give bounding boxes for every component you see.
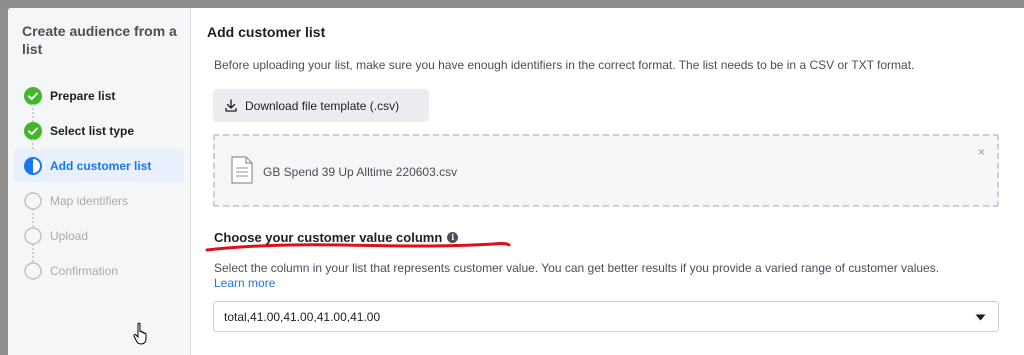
step-label: Confirmation [50, 263, 119, 278]
hand-cursor-icon [133, 322, 147, 345]
caret-down-icon [975, 314, 986, 321]
customer-value-description: Select the column in your list that repr… [214, 261, 940, 275]
download-icon [225, 99, 237, 112]
customer-value-heading-text: Choose your customer value column [214, 230, 443, 245]
check-circle-icon [24, 86, 42, 105]
sidebar-title: Create audience from a list [22, 23, 177, 57]
step-label: Prepare list [50, 88, 116, 103]
empty-circle-icon [24, 191, 42, 210]
step-add-customer-list[interactable]: Add customer list [14, 149, 184, 182]
step-label: Upload [50, 228, 89, 243]
empty-circle-icon [24, 261, 42, 280]
create-audience-dialog: Create audience from a list Prepare list… [8, 8, 1024, 355]
step-select-list-type[interactable]: Select list type [14, 113, 184, 157]
file-name: GB Spend 39 Up Alltime 220603.csv [263, 165, 458, 179]
step-confirmation: Confirmation [14, 253, 184, 288]
step-label: Select list type [50, 123, 135, 138]
step-prepare-list[interactable]: Prepare list [14, 78, 184, 122]
step-list: Prepare list Select list type Add custom… [14, 78, 184, 288]
page-title: Add customer list [207, 24, 326, 40]
half-circle-icon [24, 156, 42, 175]
close-icon[interactable]: × [978, 145, 985, 159]
step-map-identifiers: Map identifiers [14, 183, 184, 227]
download-button-label: Download file template (.csv) [245, 98, 400, 113]
empty-circle-icon [24, 226, 42, 245]
download-template-button[interactable]: Download file template (.csv) [213, 89, 429, 122]
instructions-text: Before uploading your list, make sure yo… [214, 58, 915, 72]
main-panel: Add customer list Before uploading your … [191, 8, 1024, 355]
window-top-bar [0, 0, 1024, 8]
sidebar: Create audience from a list Prepare list… [8, 8, 191, 355]
customer-value-column-select[interactable]: total,41.00,41.00,41.00,41.00 [213, 301, 999, 332]
file-icon [231, 156, 253, 184]
info-icon[interactable]: i [447, 232, 459, 243]
learn-more-link[interactable]: Learn more [214, 276, 275, 290]
selected-value: total,41.00,41.00,41.00,41.00 [224, 309, 381, 324]
step-label: Map identifiers [50, 193, 129, 208]
step-label: Add customer list [50, 158, 152, 173]
customer-value-heading: Choose your customer value column i [214, 230, 459, 245]
uploaded-file-area[interactable]: GB Spend 39 Up Alltime 220603.csv × [213, 134, 999, 207]
step-upload: Upload [14, 218, 184, 262]
check-circle-icon [24, 121, 42, 140]
